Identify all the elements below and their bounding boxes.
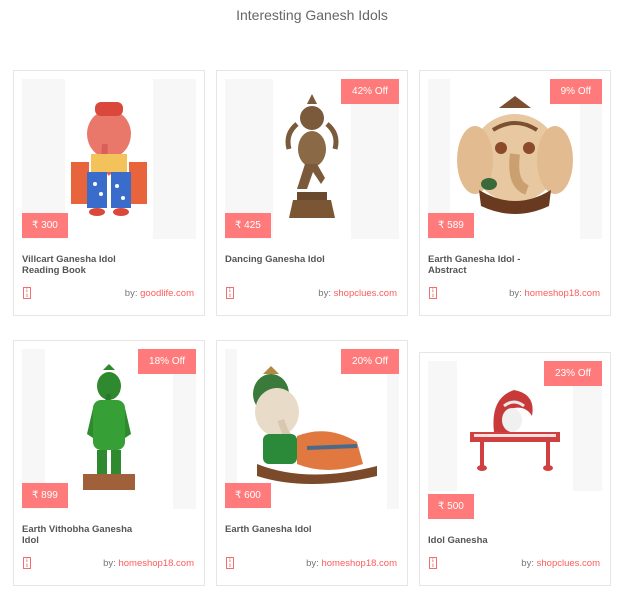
source-link[interactable]: shopclues.com — [334, 288, 397, 299]
price-badge: ₹ 589 — [428, 213, 474, 238]
source-line[interactable]: by: homeshop18.com — [103, 558, 194, 569]
page-title: Interesting Ganesh Idols — [236, 7, 388, 23]
source-favicon-icon: EO — [429, 557, 437, 569]
source-link[interactable]: goodlife.com — [140, 288, 194, 299]
source-favicon-icon: EO — [429, 287, 437, 299]
product-name[interactable]: Earth Ganesha Idol — [225, 524, 347, 535]
product-name[interactable]: Villcart Ganesha Idol Reading Book — [22, 254, 144, 276]
source-line[interactable]: by: homeshop18.com — [306, 558, 397, 569]
product-name[interactable]: Earth Vithobha Ganesha Idol — [22, 524, 144, 546]
source-favicon-icon: EO — [23, 287, 31, 299]
price-badge: ₹ 600 — [225, 483, 271, 508]
source-link[interactable]: homeshop18.com — [118, 558, 194, 569]
product-card[interactable]: ₹ 300 Villcart Ganesha Idol Reading Book… — [13, 70, 205, 316]
source-favicon-icon: EO — [226, 287, 234, 299]
price-badge: ₹ 899 — [22, 483, 68, 508]
product-name[interactable]: Dancing Ganesha Idol — [225, 254, 347, 265]
discount-badge: 20% Off — [341, 349, 399, 374]
source-link[interactable]: homeshop18.com — [321, 558, 397, 569]
discount-badge: 9% Off — [549, 79, 602, 104]
source-favicon-icon: EO — [23, 557, 31, 569]
product-card[interactable]: 18% Off ₹ 899 Earth Vithobha Ganesha Ido… — [13, 340, 205, 586]
product-card[interactable]: 23% Off ₹ 500 Idol Ganesha EO by: shopcl… — [419, 352, 611, 586]
discount-badge: 42% Off — [341, 79, 399, 104]
product-name[interactable]: Earth Ganesha Idol - Abstract — [428, 254, 550, 276]
product-card[interactable]: 42% Off ₹ 425 Dancing Ganesha Idol EO by… — [216, 70, 408, 316]
source-line[interactable]: by: homeshop18.com — [509, 288, 600, 299]
product-card[interactable]: 20% Off ₹ 600 Earth Ganesha Idol EO by: … — [216, 340, 408, 586]
price-badge: ₹ 425 — [225, 213, 271, 238]
discount-badge: 18% Off — [138, 349, 196, 374]
discount-badge: 23% Off — [544, 361, 602, 386]
product-card[interactable]: 9% Off ₹ 589 Earth Ganesha Idol - Abstra… — [419, 70, 611, 316]
price-badge: ₹ 500 — [428, 494, 474, 519]
source-line[interactable]: by: shopclues.com — [318, 288, 397, 299]
source-link[interactable]: homeshop18.com — [524, 288, 600, 299]
source-favicon-icon: EO — [226, 557, 234, 569]
source-line[interactable]: by: goodlife.com — [125, 288, 194, 299]
price-badge: ₹ 300 — [22, 213, 68, 238]
source-link[interactable]: shopclues.com — [537, 558, 600, 569]
source-line[interactable]: by: shopclues.com — [521, 558, 600, 569]
product-name[interactable]: Idol Ganesha — [428, 535, 550, 546]
